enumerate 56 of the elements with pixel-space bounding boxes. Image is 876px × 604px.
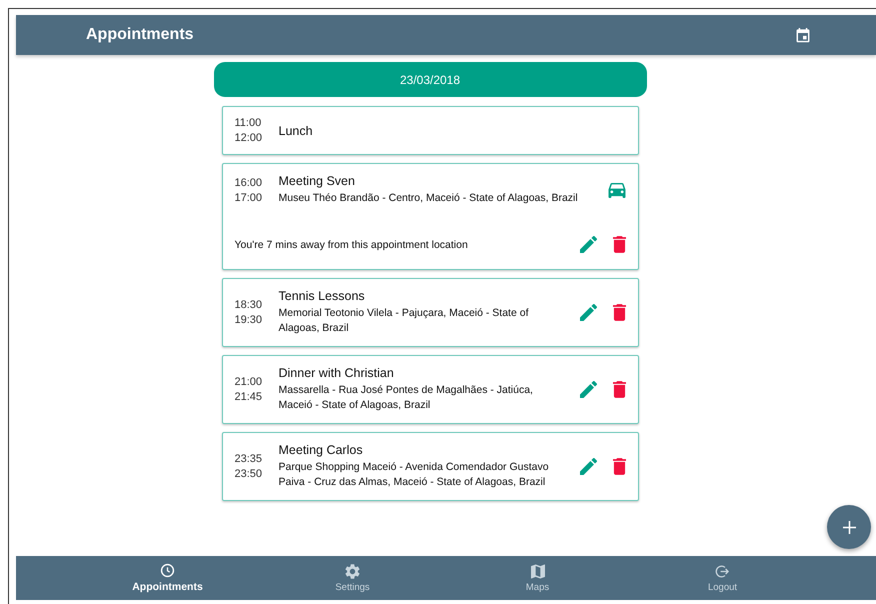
pencil-icon — [580, 304, 596, 321]
appointment-location: Museu Théo Brandão - Centro, Maceió - State of Alagoas, Brazil — [278, 191, 579, 206]
delete-button[interactable] — [612, 458, 626, 475]
start-time: 23:35 — [234, 453, 264, 465]
appointment-card[interactable]: 21:00 21:45 Dinner with Christian Massarella - Rua José Pontes de Magalhães - Jatiúca, Maceió - State of Alagoas, Brazil — [222, 355, 638, 424]
edit-button[interactable] — [580, 304, 596, 321]
travel-note: You're 7 mins away from this appointment location — [234, 238, 469, 250]
appointment-title: Lunch — [278, 124, 314, 138]
delete-button[interactable] — [612, 304, 626, 321]
appointment-card[interactable]: 16:00 17:00 Meeting Sven Museu Théo Brandão - Centro, Maceió - State of Alagoas, Brazil You're 7 mins away from this appointment location — [222, 163, 638, 270]
settings-icon — [345, 564, 360, 578]
appointment-card[interactable]: 18:30 19:30 Tennis Lessons Memorial Teotonio Vilela - Pajuçara, Maceió - State of Alagoas, Brazil — [222, 278, 638, 347]
app-title: Appointments — [86, 26, 194, 44]
end-time: 17:00 — [234, 192, 264, 204]
appointment-card[interactable]: 23:35 23:50 Meeting Carlos Parque Shopping Maceió - Avenida Comendador Gustavo Paiva - Cruz das Almas, Maceió - State of Alagoas, Brazil — [222, 432, 638, 501]
appointment-title: Meeting Carlos — [278, 443, 364, 457]
trash-icon — [612, 304, 626, 321]
nav-tab[interactable]: Appointments — [75, 556, 260, 600]
appointment-card[interactable]: 11:00 12:00 Lunch — [222, 106, 638, 155]
add-button[interactable] — [827, 505, 871, 549]
end-time: 21:45 — [234, 391, 264, 403]
clock-icon — [160, 563, 175, 578]
plus-icon — [842, 520, 856, 534]
map-icon — [530, 564, 544, 578]
pencil-icon — [580, 458, 596, 475]
start-time: 16:00 — [234, 176, 264, 188]
end-time: 23:50 — [234, 468, 264, 480]
start-time: 21:00 — [234, 376, 264, 388]
car-icon — [608, 182, 626, 198]
end-time: 12:00 — [234, 132, 264, 144]
appointment-location: Parque Shopping Maceió - Avenida Comendador Gustavo Paiva - Cruz das Almas, Maceió - State of Alagoas, Brazil — [278, 460, 550, 490]
start-time: 11:00 — [234, 117, 262, 129]
trash-icon — [612, 458, 626, 475]
appointment-title: Dinner with Christian — [278, 366, 395, 380]
end-time: 19:30 — [234, 314, 264, 326]
logout-icon — [715, 564, 730, 578]
trash-icon — [612, 381, 626, 398]
appointment-location: Memorial Teotonio Vilela - Pajuçara, Maceió - State of Alagoas, Brazil — [278, 306, 530, 336]
nav-tab[interactable]: Logout — [630, 556, 815, 600]
calendar-button[interactable] — [796, 28, 810, 42]
pencil-icon — [580, 381, 596, 398]
nav-tab[interactable]: Maps — [445, 556, 630, 600]
car-button[interactable] — [608, 182, 626, 198]
delete-button[interactable] — [612, 381, 626, 398]
appointment-title: Meeting Sven — [278, 174, 356, 188]
edit-button[interactable] — [580, 381, 596, 398]
start-time: 18:30 — [234, 299, 264, 311]
nav-tab[interactable]: Settings — [260, 556, 445, 600]
trash-icon — [612, 236, 626, 253]
pencil-icon — [580, 236, 596, 253]
delete-button[interactable] — [612, 236, 626, 253]
edit-button[interactable] — [580, 236, 596, 253]
appointment-location: Massarella - Rua José Pontes de Magalhães - Jatiúca, Maceió - State of Alagoas, Brazil — [278, 383, 534, 413]
edit-button[interactable] — [580, 458, 596, 475]
appointment-title: Tennis Lessons — [278, 289, 366, 303]
calendar-icon — [796, 28, 810, 42]
